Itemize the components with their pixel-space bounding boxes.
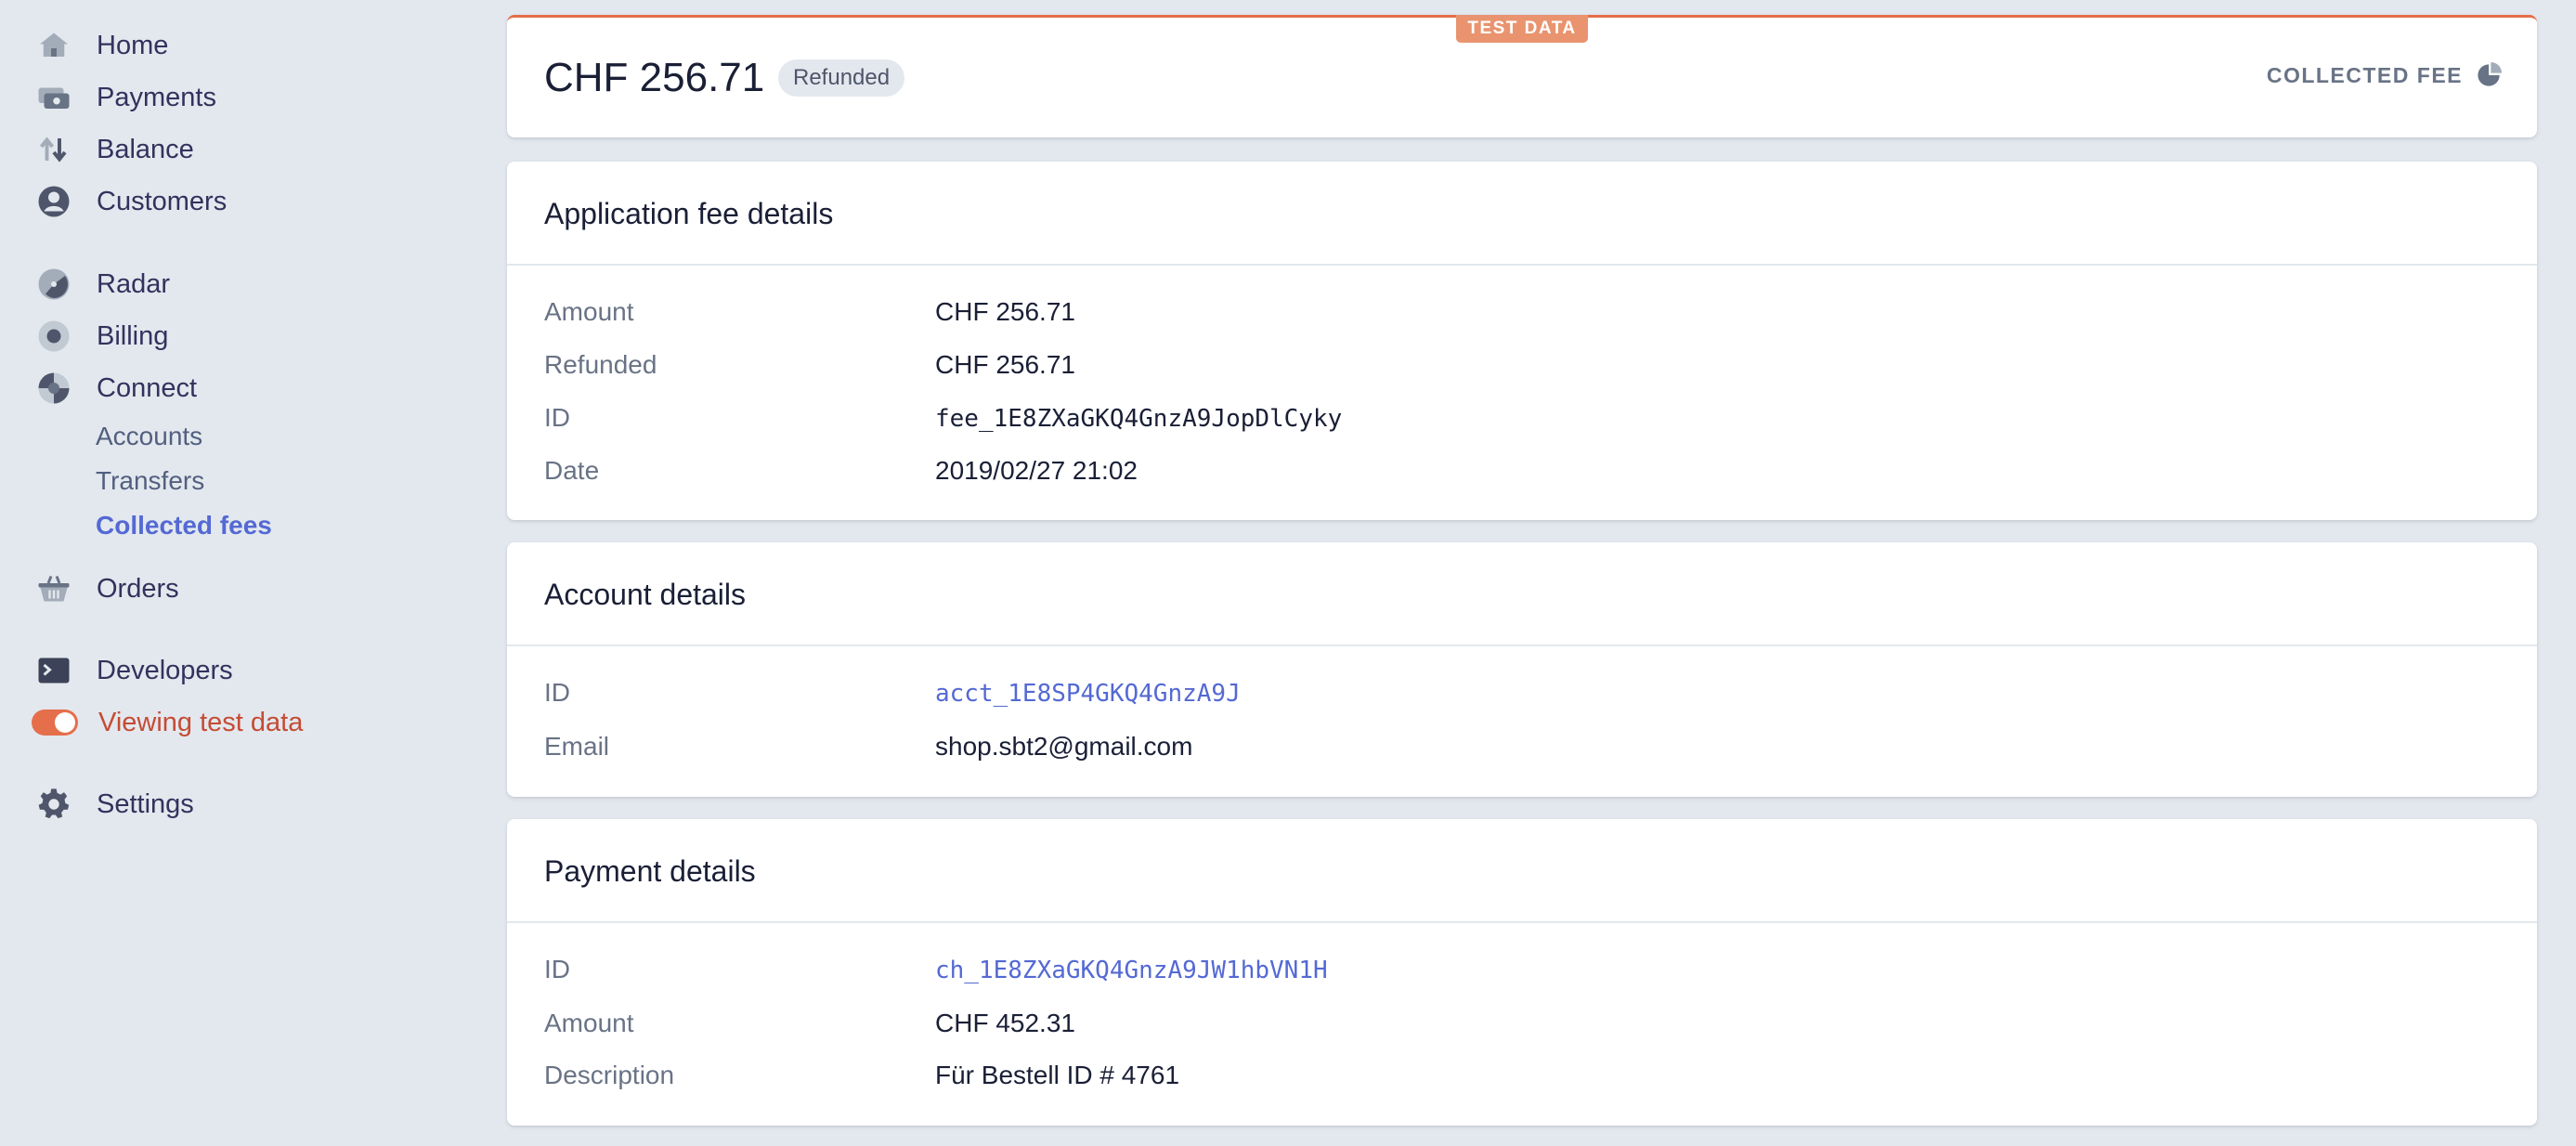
sidebar-item-billing[interactable]: Billing (37, 316, 168, 357)
fee-date-label: Date (544, 456, 600, 485)
sidebar-item-label: Orders (97, 573, 179, 604)
payment-description-label: Description (544, 1061, 675, 1089)
fee-header-card: TEST DATA CHF 256.71 Refunded COLLECTED … (507, 15, 2537, 137)
sidebar-item-label: Home (97, 30, 169, 60)
payment-description-value: Für Bestell ID # 4761 (935, 1061, 1180, 1089)
sidebar-item-label: Connect (97, 372, 198, 403)
connect-icon (37, 371, 71, 405)
customers-icon (37, 185, 71, 218)
sidebar-item-payments[interactable]: Payments (37, 77, 216, 118)
account-id-label: ID (544, 678, 570, 707)
orders-icon (37, 572, 71, 606)
sidebar-item-home[interactable]: Home (37, 25, 168, 66)
sidebar-item-label: Payments (97, 82, 216, 112)
sidebar-item-developers[interactable]: Developers (37, 650, 233, 691)
section-title: Application fee details (544, 197, 834, 230)
sidebar-item-radar[interactable]: Radar (37, 264, 170, 305)
status-badge: Refunded (778, 59, 905, 97)
divider (507, 264, 2537, 266)
fee-details-card: Application fee details Amount CHF 256.7… (507, 162, 2537, 520)
payment-id-link[interactable]: ch_1E8ZXaGKQ4GnzA9JW1hbVN1H (935, 957, 1328, 984)
developers-icon (37, 654, 71, 687)
home-icon (37, 29, 71, 62)
fee-refunded-value: CHF 256.71 (935, 350, 1075, 379)
section-title: Account details (544, 578, 747, 611)
payment-details-card: Payment details ID ch_1E8ZXaGKQ4GnzA9JW1… (507, 819, 2537, 1126)
sidebar-item-customers[interactable]: Customers (37, 181, 227, 222)
sidebar-item-balance[interactable]: Balance (37, 129, 194, 170)
sidebar-item-label: Viewing test data (98, 707, 304, 737)
fee-id-label: ID (544, 403, 570, 432)
sidebar-subitem-accounts[interactable]: Accounts (96, 418, 202, 455)
section-title: Payment details (544, 854, 756, 888)
account-email-value: shop.sbt2@gmail.com (935, 732, 1193, 761)
billing-icon (37, 319, 71, 353)
toggle-knob (55, 712, 75, 733)
radar-icon (37, 267, 71, 301)
fee-id-value: fee_1E8ZXaGKQ4GnzA9JopDlCyky (935, 405, 1343, 433)
payment-amount-label: Amount (544, 1009, 634, 1037)
fee-amount-value: CHF 256.71 (935, 297, 1075, 326)
sidebar-item-label: Radar (97, 268, 170, 299)
sidebar-subitem-collected-fees[interactable]: Collected fees (96, 507, 272, 544)
sidebar-item-label: Balance (97, 134, 194, 164)
payment-amount-value: CHF 452.31 (935, 1009, 1075, 1037)
gear-icon (37, 788, 71, 821)
balance-icon (37, 133, 71, 166)
collected-fee-icon (2478, 62, 2502, 86)
account-id-link[interactable]: acct_1E8SP4GKQ4GnzA9J (935, 680, 1241, 708)
sidebar-item-label: Settings (97, 788, 194, 819)
page-title: CHF 256.71 (544, 55, 765, 100)
sidebar: Home Payments Balance Customers Radar Bi… (0, 0, 507, 1146)
account-details-card: Account details ID acct_1E8SP4GKQ4GnzA9J… (507, 542, 2537, 797)
fee-refunded-label: Refunded (544, 350, 657, 379)
divider (507, 921, 2537, 923)
payments-icon (37, 81, 71, 114)
toggle-switch[interactable] (32, 710, 78, 736)
fee-date-value: 2019/02/27 21:02 (935, 456, 1138, 485)
sidebar-item-label: Developers (97, 655, 233, 685)
object-type-label: COLLECTED FEE (2267, 62, 2502, 88)
sidebar-item-connect[interactable]: Connect (37, 368, 197, 409)
test-data-toggle[interactable]: Viewing test data (32, 702, 304, 743)
payment-id-label: ID (544, 955, 570, 983)
divider (507, 645, 2537, 646)
sidebar-item-settings[interactable]: Settings (37, 784, 194, 825)
sidebar-item-orders[interactable]: Orders (37, 568, 179, 609)
object-type-text: COLLECTED FEE (2266, 62, 2463, 87)
fee-amount-label: Amount (544, 297, 634, 326)
sidebar-item-label: Billing (97, 320, 169, 351)
test-data-badge: TEST DATA (1456, 15, 1588, 43)
sidebar-subitem-transfers[interactable]: Transfers (96, 462, 204, 500)
account-email-label: Email (544, 732, 610, 761)
sidebar-item-label: Customers (97, 186, 228, 216)
